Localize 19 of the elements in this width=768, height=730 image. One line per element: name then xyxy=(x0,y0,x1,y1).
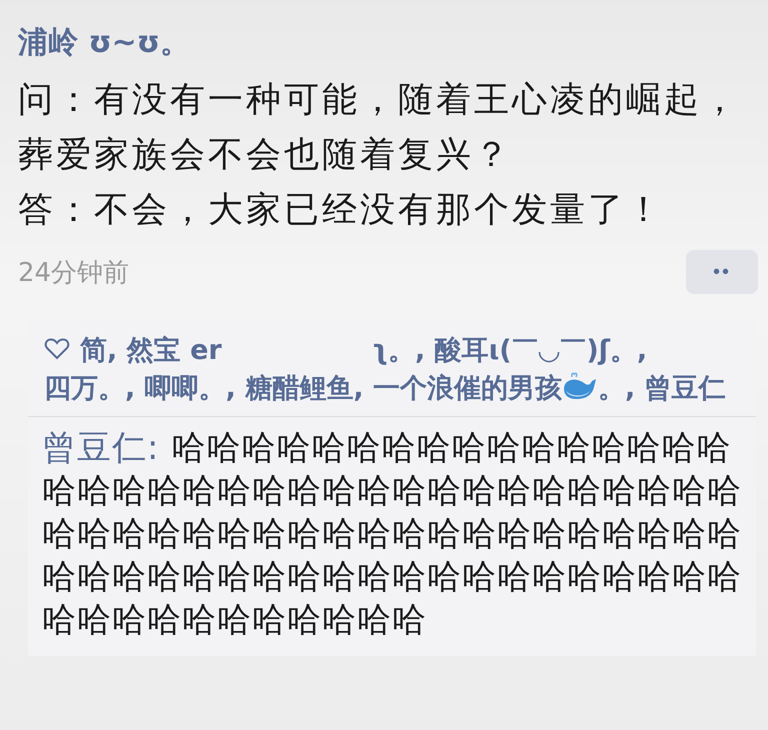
liker-name[interactable]: 曾豆仁 xyxy=(644,373,726,404)
post-text: 答：不会，大家已经没有那个发量了！ xyxy=(18,189,665,232)
comment-text: 曾豆仁: 哈哈哈哈哈哈哈哈哈哈哈哈哈哈哈哈哈哈哈哈哈哈哈哈哈哈哈哈哈哈哈哈哈哈哈哈哈哈哈哈哈哈哈哈哈哈哈哈哈哈哈哈哈哈哈哈哈哈哈哈哈哈哈哈哈哈哈哈哈哈哈哈哈哈哈哈哈哈哈哈哈哈哈哈哈哈哈 xyxy=(41,427,743,642)
heart-icon xyxy=(44,337,70,361)
liker-name[interactable]: 四万。, xyxy=(44,373,136,404)
liker-name[interactable]: 简, xyxy=(80,335,118,366)
author-name[interactable]: 浦岭 ʊ~ʊ。 xyxy=(18,22,750,63)
liker-name-suffix: ʅ。, xyxy=(372,335,426,366)
comment-author[interactable]: 曾豆仁: xyxy=(42,428,160,468)
liker-name[interactable]: 一个浪催的男孩 xyxy=(373,373,562,404)
liker-name[interactable]: 酸耳ι(￣◡￣)ʃ。, xyxy=(434,335,648,366)
post-text: 问：有没有一种可能，随着王心凌的崛起，葬爱家族会不会也随着复兴？ xyxy=(18,79,741,177)
whale-icon xyxy=(562,371,598,401)
liker-name-suffix: 。, xyxy=(598,373,636,404)
liker-name[interactable]: 唧唧。, xyxy=(144,373,236,404)
liker-name[interactable]: 糖醋鲤鱼, xyxy=(245,373,364,404)
liker-name[interactable]: 然宝 er xyxy=(126,335,222,366)
post-time: 24分钟前 xyxy=(18,256,130,290)
more-button[interactable]: •• xyxy=(686,250,758,294)
